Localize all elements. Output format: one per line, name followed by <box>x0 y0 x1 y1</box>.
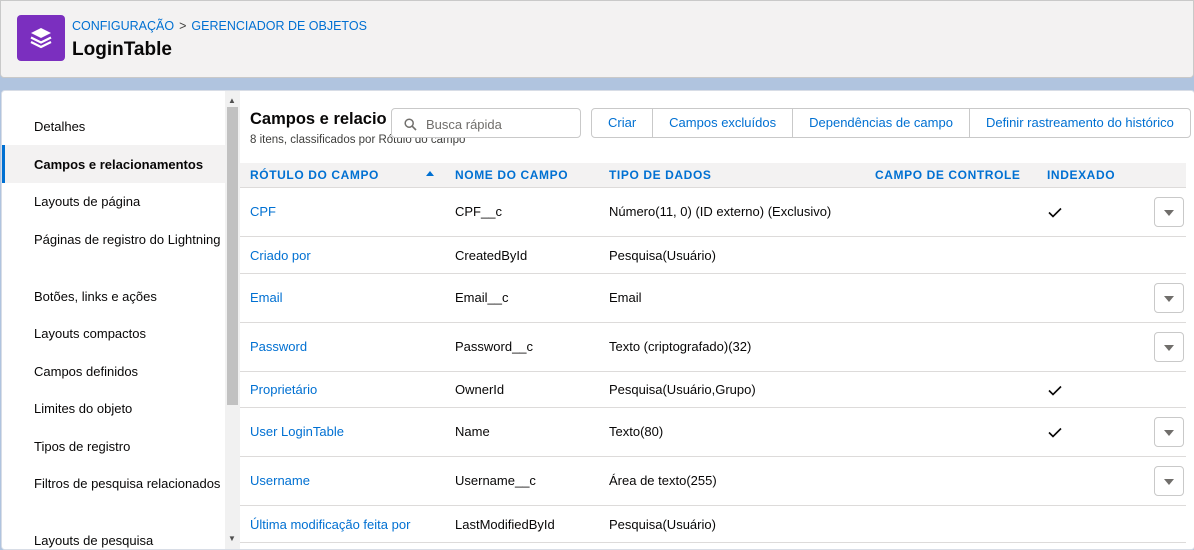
page-title: LoginTable <box>72 39 172 60</box>
section-title: Campos e relacio <box>250 110 387 128</box>
field-data-type: Número(11, 0) (ID externo) (Exclusivo) <box>609 204 832 219</box>
field-api-name: Name <box>455 424 490 439</box>
breadcrumb-setup[interactable]: CONFIGURAÇÃO <box>72 19 174 33</box>
table-row: Username Username__c Área de texto(255) <box>240 457 1186 506</box>
field-api-name: CPF__c <box>455 204 502 219</box>
deleted-fields-button[interactable]: Campos excluídos <box>652 109 792 137</box>
fields-content: Campos e relacio 8 itens, classificados … <box>240 91 1194 549</box>
field-label-link[interactable]: Criado por <box>250 248 311 263</box>
field-label-link[interactable]: Username <box>250 473 310 488</box>
object-header: CONFIGURAÇÃO > GERENCIADOR DE OBJETOS Logi… <box>0 0 1194 78</box>
table-row: Última modificação feita por LastModifie… <box>240 506 1186 543</box>
field-api-name: CreatedById <box>455 248 528 263</box>
sidebar-item-search-layouts[interactable]: Layouts de pesquisa <box>2 531 225 549</box>
breadcrumb: CONFIGURAÇÃO > GERENCIADOR DE OBJETOS <box>72 19 367 33</box>
field-dependencies-button[interactable]: Dependências de campo <box>792 109 969 137</box>
field-data-type: Pesquisa(Usuário,Grupo) <box>609 382 756 397</box>
column-header-field-label[interactable]: RÓTULO DO CAMPO <box>250 168 379 182</box>
column-header-indexed[interactable]: INDEXADO <box>1047 168 1115 182</box>
chevron-down-icon <box>1164 296 1174 302</box>
chevron-down-icon <box>1164 430 1174 436</box>
row-actions-button[interactable] <box>1154 197 1184 227</box>
sidebar-item-buttons-links-actions[interactable]: Botões, links e ações <box>2 287 225 306</box>
set-history-tracking-button[interactable]: Definir rastreamento do histórico <box>968 109 1190 137</box>
table-row: User LoginTable Name Texto(80) <box>240 408 1186 457</box>
field-api-name: Username__c <box>455 473 536 488</box>
scrollbar-thumb[interactable] <box>227 107 238 405</box>
scroll-down-arrow-icon[interactable]: ▼ <box>228 535 236 543</box>
sort-ascending-icon[interactable] <box>426 171 434 176</box>
breadcrumb-separator: > <box>179 19 187 33</box>
table-header: RÓTULO DO CAMPO NOME DO CAMPO TIPO DE DA… <box>240 163 1186 188</box>
row-actions-button[interactable] <box>1154 283 1184 313</box>
field-label-link[interactable]: Password <box>250 339 307 354</box>
scroll-up-arrow-icon[interactable]: ▲ <box>228 97 236 105</box>
sidebar-item-fields-relationships[interactable]: Campos e relacionamentos <box>2 145 225 183</box>
sidebar-item-record-types[interactable]: Tipos de registro <box>2 437 225 456</box>
field-api-name: OwnerId <box>455 382 505 397</box>
field-label-link[interactable]: CPF <box>250 204 276 219</box>
field-label-link[interactable]: Email <box>250 290 283 305</box>
field-api-name: Email__c <box>455 290 509 305</box>
field-data-type: Texto (criptografado)(32) <box>609 339 752 354</box>
row-actions-button[interactable] <box>1154 417 1184 447</box>
check-icon <box>1048 385 1062 396</box>
table-row: Email Email__c Email <box>240 274 1186 323</box>
quick-search[interactable] <box>391 108 581 138</box>
sidebar-item-page-layouts[interactable]: Layouts de página <box>2 192 225 211</box>
check-icon <box>1048 427 1062 438</box>
sidebar-item-lookup-filters[interactable]: Filtros de pesquisa relacionados <box>2 474 225 493</box>
button-group: Criar Campos excluídos Dependências de c… <box>591 108 1191 138</box>
sidebar: Detalhes Campos e relacionamentos Layout… <box>2 91 225 549</box>
search-input[interactable] <box>424 114 578 134</box>
new-button[interactable]: Criar <box>592 109 652 137</box>
row-actions-button[interactable] <box>1154 466 1184 496</box>
field-label-link[interactable]: Proprietário <box>250 382 317 397</box>
column-header-data-type[interactable]: TIPO DE DADOS <box>609 168 711 182</box>
field-data-type: Email <box>609 290 642 305</box>
sidebar-item-field-sets[interactable]: Campos definidos <box>2 362 225 381</box>
chevron-down-icon <box>1164 345 1174 351</box>
main-panel: Detalhes Campos e relacionamentos Layout… <box>1 90 1194 550</box>
sidebar-item-lightning-pages[interactable]: Páginas de registro do Lightning <box>2 230 225 249</box>
table-row: Proprietário OwnerId Pesquisa(Usuário,Gr… <box>240 372 1186 408</box>
sidebar-item-compact-layouts[interactable]: Layouts compactos <box>2 324 225 343</box>
check-icon <box>1048 207 1062 218</box>
table-row: CPF CPF__c Número(11, 0) (ID externo) (E… <box>240 188 1186 237</box>
field-api-name: Password__c <box>455 339 534 354</box>
field-data-type: Pesquisa(Usuário) <box>609 248 716 263</box>
field-data-type: Pesquisa(Usuário) <box>609 517 716 532</box>
chevron-down-icon <box>1164 210 1174 216</box>
field-data-type: Área de texto(255) <box>609 473 717 488</box>
chevron-down-icon <box>1164 479 1174 485</box>
column-header-field-name[interactable]: NOME DO CAMPO <box>455 168 568 182</box>
table-row: Password Password__c Texto (criptografad… <box>240 323 1186 372</box>
layers-icon <box>17 15 65 61</box>
field-label-link[interactable]: User LoginTable <box>250 424 344 439</box>
field-data-type: Texto(80) <box>609 424 664 439</box>
search-icon <box>404 118 417 131</box>
table-row: Criado por CreatedById Pesquisa(Usuário) <box>240 237 1186 274</box>
row-actions-button[interactable] <box>1154 332 1184 362</box>
sidebar-item-details[interactable]: Detalhes <box>2 117 225 136</box>
field-api-name: LastModifiedById <box>455 517 555 532</box>
column-header-controlling-field[interactable]: CAMPO DE CONTROLE <box>875 168 1021 182</box>
sidebar-scrollbar[interactable]: ▲ ▼ <box>225 91 240 549</box>
sidebar-item-object-limits[interactable]: Limites do objeto <box>2 399 225 418</box>
field-label-link[interactable]: Última modificação feita por <box>250 517 410 532</box>
breadcrumb-object-manager[interactable]: GERENCIADOR DE OBJETOS <box>191 19 367 33</box>
